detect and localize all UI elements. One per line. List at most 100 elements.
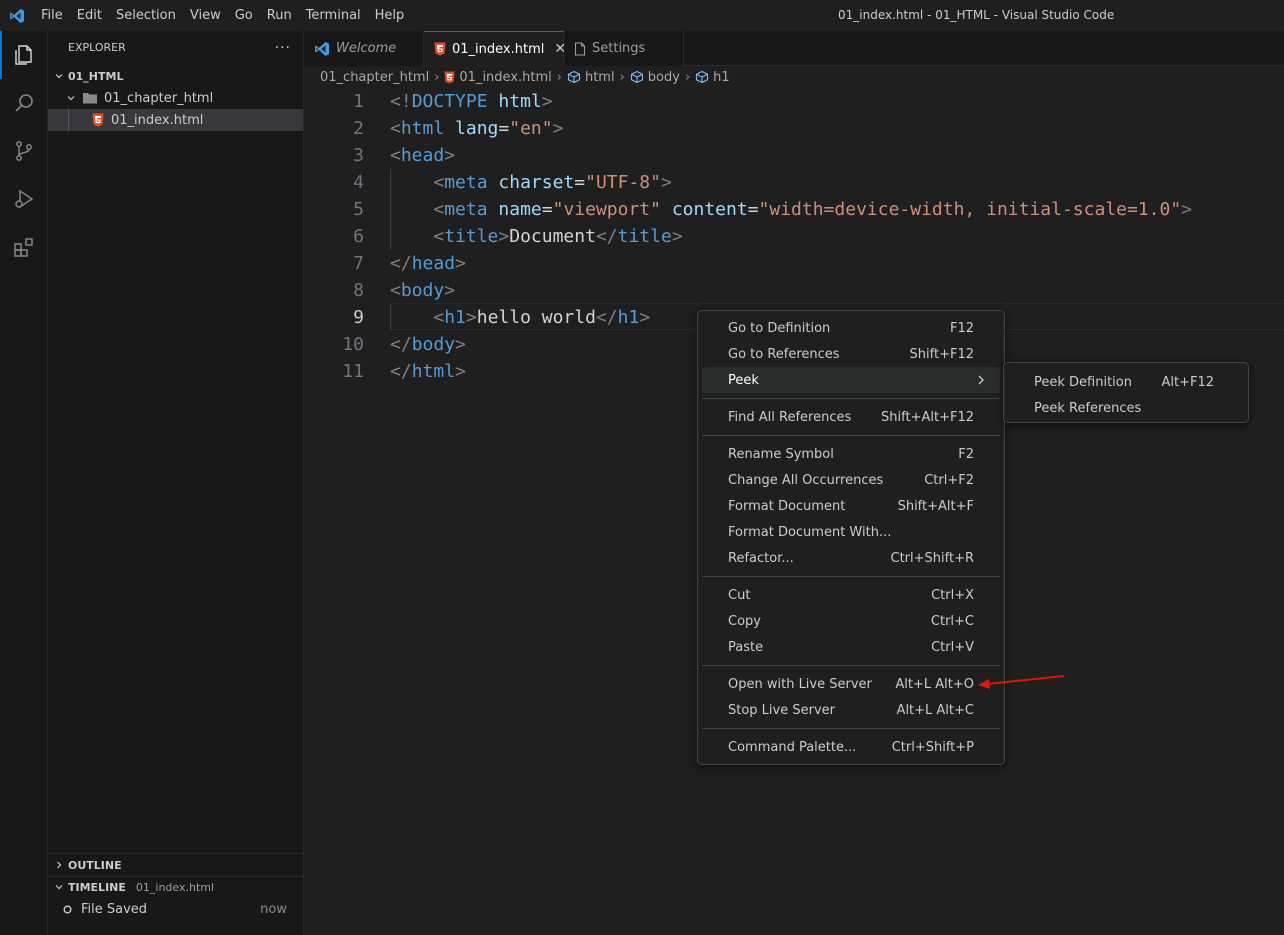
explorer-title: EXPLORER bbox=[68, 41, 126, 54]
menu-item-label: Go to References bbox=[728, 346, 840, 362]
menu-item-copy[interactable]: Copy Ctrl+C bbox=[702, 608, 1000, 634]
timeline-file: 01_index.html bbox=[135, 880, 215, 894]
chevron-down-icon bbox=[52, 880, 66, 894]
chevron-right-icon bbox=[976, 374, 986, 386]
code-line: <html lang="en"> bbox=[390, 118, 564, 139]
file-index-html[interactable]: 01_index.html bbox=[48, 109, 303, 131]
menu-item-find-all-references[interactable]: Find All References Shift+Alt+F12 bbox=[702, 404, 1000, 430]
menu-item-refactor[interactable]: Refactor... Ctrl+Shift+R bbox=[702, 545, 1000, 571]
menu-item-open-with-live-server[interactable]: Open with Live Server Alt+L Alt+O bbox=[702, 671, 1000, 697]
menu-item-format-document-with[interactable]: Format Document With... bbox=[702, 519, 1000, 545]
menu-run[interactable]: Run bbox=[260, 0, 299, 31]
tab-label: Settings bbox=[592, 41, 646, 56]
menu-item-peek[interactable]: Peek bbox=[702, 367, 1000, 393]
menu-item-shortcut: Shift+F12 bbox=[909, 346, 974, 362]
line-number: 10 bbox=[342, 334, 364, 355]
breadcrumb-folder[interactable]: 01_chapter_html bbox=[320, 70, 429, 85]
menu-bar: File Edit Selection View Go Run Terminal… bbox=[34, 0, 411, 31]
chevron-right-icon: › bbox=[684, 69, 691, 85]
search-icon[interactable] bbox=[0, 79, 48, 127]
source-control-icon[interactable] bbox=[0, 127, 48, 175]
menu-separator bbox=[702, 435, 1000, 436]
breadcrumb-h1[interactable]: h1 bbox=[695, 70, 730, 85]
menu-item-label: Cut bbox=[728, 587, 751, 603]
menu-item-label: Copy bbox=[728, 613, 761, 629]
menu-item-go-to-definition[interactable]: Go to Definition F12 bbox=[702, 315, 1000, 341]
annotation-arrow-icon bbox=[978, 675, 1065, 689]
chevron-right-icon: › bbox=[434, 69, 440, 85]
timeline-entry[interactable]: File Saved now bbox=[48, 898, 303, 920]
menu-item-shortcut: Ctrl+F2 bbox=[924, 472, 974, 488]
timeline-time: now bbox=[260, 901, 287, 917]
timeline-section[interactable]: TIMELINE 01_index.html bbox=[48, 876, 303, 898]
folder-chapter-html[interactable]: 01_chapter_html bbox=[48, 87, 303, 109]
line-number: 4 bbox=[353, 172, 364, 193]
menu-item-shortcut: Ctrl+Shift+P bbox=[891, 739, 974, 755]
menu-item-cut[interactable]: Cut Ctrl+X bbox=[702, 582, 1000, 608]
menu-item-rename-symbol[interactable]: Rename Symbol F2 bbox=[702, 441, 1000, 467]
workspace-root[interactable]: 01_HTML bbox=[48, 65, 303, 87]
line-number: 5 bbox=[353, 199, 364, 220]
menu-item-shortcut: Ctrl+Shift+R bbox=[890, 550, 975, 566]
tab-settings[interactable]: Settings bbox=[564, 31, 684, 66]
menu-item-label: Format Document With... bbox=[728, 524, 892, 540]
menu-go[interactable]: Go bbox=[228, 0, 260, 31]
menu-item-shortcut: Alt+L Alt+O bbox=[895, 676, 974, 692]
menu-item-label: Refactor... bbox=[728, 550, 794, 566]
extensions-icon[interactable] bbox=[0, 223, 48, 271]
menu-edit[interactable]: Edit bbox=[70, 0, 109, 31]
context-menu: Go to Definition F12 Go to References Shif… bbox=[697, 310, 1005, 765]
breadcrumb-body[interactable]: body bbox=[630, 70, 680, 85]
breadcrumb: 01_chapter_html › 01_index.html › html ›… bbox=[304, 66, 1284, 88]
outline-label: OUTLINE bbox=[68, 858, 122, 872]
menu-item-stop-live-server[interactable]: Stop Live Server Alt+L Alt+C bbox=[702, 697, 1000, 723]
tab-label: 01_index.html bbox=[452, 41, 545, 57]
tab-welcome[interactable]: Welcome bbox=[304, 31, 424, 66]
symbol-cube-icon bbox=[696, 70, 709, 84]
peek-submenu: Peek Definition Alt+F12 Peek References bbox=[1003, 362, 1249, 423]
menu-item-label: Open with Live Server bbox=[728, 676, 872, 692]
menu-item-peek-references[interactable]: Peek References bbox=[1008, 395, 1244, 421]
menu-item-paste[interactable]: Paste Ctrl+V bbox=[702, 634, 1000, 660]
run-debug-icon[interactable] bbox=[0, 175, 48, 223]
html5-icon bbox=[92, 113, 104, 127]
menu-item-shortcut: Ctrl+V bbox=[931, 639, 974, 655]
html5-icon bbox=[444, 71, 455, 83]
tab-index-html[interactable]: 01_index.html ✕ bbox=[424, 31, 566, 66]
code-line: </html> bbox=[390, 361, 466, 382]
code-line: <body> bbox=[390, 280, 456, 301]
menu-item-command-palette[interactable]: Command Palette... Ctrl+Shift+P bbox=[702, 734, 1000, 760]
more-actions-icon[interactable]: ··· bbox=[275, 40, 291, 56]
outline-section[interactable]: OUTLINE bbox=[48, 854, 303, 876]
menu-help[interactable]: Help bbox=[368, 0, 412, 31]
menu-item-label: Peek bbox=[728, 372, 759, 388]
menu-selection[interactable]: Selection bbox=[109, 0, 183, 31]
menu-separator bbox=[702, 576, 1000, 577]
breadcrumb-html[interactable]: html bbox=[567, 70, 615, 85]
line-number: 1 bbox=[353, 91, 364, 112]
line-number: 11 bbox=[342, 361, 364, 382]
chevron-down-icon bbox=[52, 69, 66, 83]
menu-item-go-to-references[interactable]: Go to References Shift+F12 bbox=[702, 341, 1000, 367]
indent-guide bbox=[68, 109, 69, 131]
menu-terminal[interactable]: Terminal bbox=[299, 0, 368, 31]
menu-item-shortcut: Ctrl+X bbox=[931, 587, 974, 603]
menu-item-shortcut: Shift+Alt+F bbox=[897, 498, 974, 514]
menu-separator bbox=[702, 728, 1000, 729]
menu-item-change-all-occurrences[interactable]: Change All Occurrences Ctrl+F2 bbox=[702, 467, 1000, 493]
menu-item-format-document[interactable]: Format Document Shift+Alt+F bbox=[702, 493, 1000, 519]
menu-file[interactable]: File bbox=[34, 0, 70, 31]
code-line: <meta name="viewport" content="width=dev… bbox=[433, 199, 1193, 220]
menu-item-label: Paste bbox=[728, 639, 764, 655]
folder-open-icon bbox=[82, 91, 98, 105]
explorer-icon[interactable] bbox=[0, 31, 48, 79]
menu-item-shortcut: Alt+L Alt+C bbox=[896, 702, 974, 718]
breadcrumb-label: html bbox=[584, 69, 615, 85]
menu-item-peek-definition[interactable]: Peek Definition Alt+F12 bbox=[1008, 369, 1244, 395]
breadcrumb-file[interactable]: 01_index.html bbox=[444, 70, 552, 85]
breadcrumb-label: body bbox=[647, 69, 680, 85]
code-line: <head> bbox=[390, 145, 456, 166]
menu-view[interactable]: View bbox=[183, 0, 228, 31]
menu-item-label: Rename Symbol bbox=[728, 446, 834, 462]
file-icon bbox=[574, 41, 586, 56]
